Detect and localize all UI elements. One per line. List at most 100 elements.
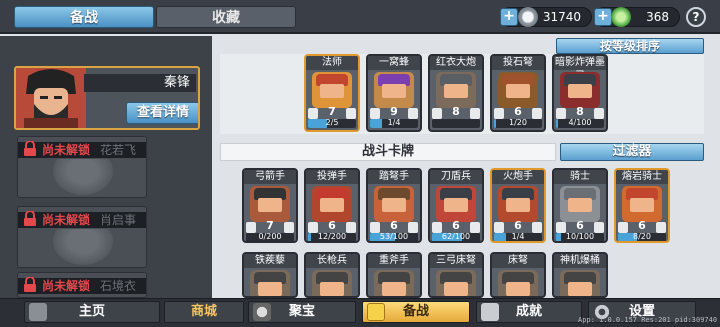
hero-silhouette — [48, 229, 118, 267]
card-level: 8 — [576, 105, 584, 118]
tab-prepare[interactable]: 备战 — [14, 6, 154, 28]
hero-name: 秦锋 — [84, 74, 196, 92]
card-name: 长枪兵 — [306, 254, 358, 268]
card-name: 弓箭手 — [244, 170, 296, 184]
home-icon — [29, 303, 47, 321]
nav-label: 商城 — [190, 304, 217, 319]
unit-face — [568, 198, 592, 212]
add-silver-button[interactable]: + — [500, 8, 518, 26]
unit-card[interactable]: 三弓床弩 — [428, 252, 484, 298]
card-progress-text: 0/200 — [258, 232, 282, 241]
class-icon — [470, 108, 480, 119]
unit-face — [568, 84, 592, 98]
card-name: 火炮手 — [492, 170, 544, 184]
unit-card[interactable]: 刀盾兵 6 62/100 — [428, 168, 484, 243]
unit-card[interactable]: 法师 7 2/5 — [304, 54, 360, 132]
card-name: 踏弩手 — [368, 170, 420, 184]
card-progress-bar — [432, 119, 480, 128]
unit-card[interactable]: 长枪兵 — [304, 252, 360, 298]
card-progress-text: 10/100 — [565, 232, 595, 241]
sort-by-level-button[interactable]: 按等级排序 — [556, 38, 704, 54]
card-name: 骑士 — [554, 170, 606, 184]
card-icon — [367, 303, 385, 321]
unit-face — [506, 282, 530, 296]
silver-amount: 31740 — [542, 10, 581, 24]
unit-card[interactable]: 床弩 — [490, 252, 546, 298]
unit-face — [444, 198, 468, 212]
unit-card[interactable]: 踏弩手 6 53/100 — [366, 168, 422, 243]
nav-home[interactable]: 主页 — [24, 301, 160, 323]
nav-label: 备战 — [402, 304, 429, 319]
unit-card[interactable]: 投弹手 6 12/200 — [304, 168, 360, 243]
card-progress-text: 53/100 — [379, 232, 409, 241]
card-progress-text: 12/200 — [317, 232, 347, 241]
nav-label: 主页 — [78, 304, 105, 319]
card-level: 6 — [514, 105, 522, 118]
tab-collection[interactable]: 收藏 — [156, 6, 296, 28]
version-info: App: 1.0.0.157 Res:201 pid:309740 — [578, 316, 718, 324]
card-name: 熔岩骑士 — [616, 170, 668, 184]
unit-face — [382, 198, 406, 212]
card-name: 床弩 — [492, 254, 544, 268]
unit-card[interactable]: 熔岩骑士 6 8/20 — [614, 168, 670, 243]
unit-card[interactable]: 弓箭手 7 0/200 — [242, 168, 298, 243]
add-gems-button[interactable]: + — [594, 8, 612, 26]
card-level: 6 — [514, 219, 522, 232]
unit-face — [506, 84, 530, 98]
silver-coin-icon — [518, 7, 538, 27]
card-progress-text: 1/4 — [511, 232, 525, 241]
type-icon — [432, 108, 442, 119]
card-name: 刀盾兵 — [430, 170, 482, 184]
nav-shop[interactable]: 商城 — [164, 301, 244, 323]
unit-card[interactable]: 暗影炸弹墨灵 84/100 — [552, 54, 608, 132]
nav-achievements[interactable]: 成就 — [476, 301, 582, 323]
unit-face — [506, 198, 530, 212]
nav-prepare[interactable]: 备战 — [362, 301, 470, 323]
unit-card[interactable]: 重斧手 — [366, 252, 422, 298]
help-icon[interactable]: ? — [686, 7, 706, 27]
card-level: 6 — [452, 219, 460, 232]
gem-amount: 368 — [646, 10, 669, 24]
unit-face — [320, 84, 344, 98]
hero-card[interactable]: 秦锋 查看详情 — [14, 66, 200, 130]
nav-treasure[interactable]: 聚宝 — [248, 301, 356, 323]
card-name: 投石弩 — [492, 56, 544, 70]
nav-label: 成就 — [515, 304, 542, 319]
unit-card[interactable]: 神机爆桶 — [552, 252, 608, 298]
filter-button[interactable]: 过滤器 — [560, 143, 704, 161]
view-details-button[interactable]: 查看详情 — [126, 102, 198, 124]
unit-card[interactable]: 投石弩 6 1/20 — [490, 54, 546, 132]
unit-face — [258, 198, 282, 212]
unit-card[interactable]: 骑士 6 10/100 — [552, 168, 608, 243]
unit-face — [382, 282, 406, 296]
hero-silhouette — [48, 159, 118, 197]
card-level: 9 — [390, 105, 398, 118]
unit-face — [630, 198, 654, 212]
unit-card[interactable]: 铁蒺藜 — [242, 252, 298, 298]
locked-hero-name: 肖启事 — [100, 213, 137, 227]
unit-card[interactable]: 红衣大炮 8 — [428, 54, 484, 132]
lock-icon — [24, 277, 36, 292]
locked-hero-slot[interactable]: 尚未解锁 花若飞 — [17, 136, 147, 198]
card-name: 神机爆桶 — [554, 254, 606, 268]
achievement-icon — [481, 303, 499, 321]
card-progress-text: 4/100 — [568, 118, 592, 127]
unit-card[interactable]: 火炮手 6 1/4 — [490, 168, 546, 243]
locked-hero-name: 石境衣 — [100, 279, 137, 293]
unit-face — [320, 282, 344, 296]
card-name: 一窝蜂 — [368, 56, 420, 70]
card-progress-text: 1/20 — [509, 118, 527, 127]
unit-face — [320, 198, 344, 212]
locked-hero-slot[interactable]: 尚未解锁 肖启事 — [17, 206, 147, 268]
unit-face — [382, 84, 406, 98]
unit-face — [258, 282, 282, 296]
locked-status: 尚未解锁 — [42, 143, 91, 157]
card-name: 红衣大炮 — [430, 56, 482, 70]
card-name: 投弹手 — [306, 170, 358, 184]
card-progress-text: 8/20 — [633, 232, 651, 241]
locked-hero-slot[interactable]: 尚未解锁 石境衣 — [17, 272, 147, 298]
unit-card[interactable]: 一窝蜂 9 1/4 — [366, 54, 422, 132]
card-progress-text: 62/100 — [441, 232, 471, 241]
card-name: 暗影炸弹墨灵 — [554, 56, 606, 82]
card-level: 6 — [638, 219, 646, 232]
